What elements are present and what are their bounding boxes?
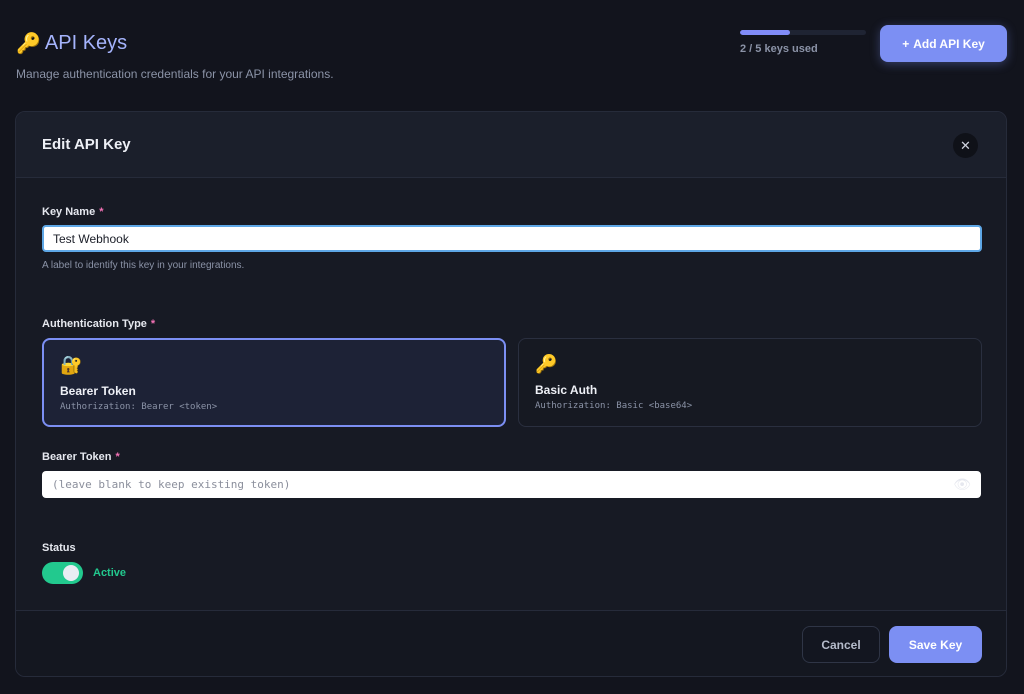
auth-option-title: Basic Auth [535,383,598,397]
auth-option-title: Bearer Token [60,384,136,398]
key-name-input[interactable]: Test Webhook [42,225,982,252]
required-marker: * [115,451,120,463]
key-icon: 🔑 [535,354,558,374]
bearer-token-input[interactable]: (leave blank to keep existing token) 👁 [42,471,981,498]
add-api-key-button[interactable]: + Add API Key [880,25,1007,62]
page-title: API Keys [44,32,128,54]
page-header: 🔑 API Keys Manage authentication credent… [16,32,1016,81]
usage-text: 2 / 5 keys used [740,43,818,55]
auth-option-description: Authorization: Bearer <token> [60,402,218,412]
modal-footer: Cancel Save Key [16,610,1006,676]
status-label: Status [42,542,76,554]
key-usage-meter: 2 / 5 keys used [740,30,866,55]
modal-title: Edit API Key [42,136,131,153]
required-marker: * [99,206,104,218]
close-icon[interactable]: ✕ [953,133,978,158]
eye-icon[interactable]: 👁 [953,476,971,493]
auth-option-basic-auth[interactable]: 🔑 Basic Auth Authorization: Basic <base6… [518,338,982,427]
status-value: Active [93,567,127,579]
status-toggle[interactable] [42,562,83,584]
save-key-button[interactable]: Save Key [889,626,982,663]
cancel-button[interactable]: Cancel [802,626,880,663]
toggle-knob [63,565,79,581]
usage-progress-track [740,30,866,35]
key-name-value: Test Webhook [53,231,129,246]
auth-type-label-text: Authentication Type [42,318,147,330]
key-name-label: Key Name * [42,206,103,218]
auth-option-description: Authorization: Basic <base64> [535,401,693,411]
usage-progress-fill [740,30,791,35]
key-name-hint: A label to identify this key in your int… [42,260,245,271]
bearer-token-label: Bearer Token * [42,451,120,463]
page-title-row: 🔑 API Keys [16,32,1016,55]
page-subtitle: Manage authentication credentials for yo… [16,67,334,81]
plus-icon: + [902,36,910,51]
required-marker: * [150,318,156,330]
auth-option-bearer-token[interactable]: 🔐 Bearer Token Authorization: Bearer <to… [42,338,506,427]
edit-api-key-modal: Edit API Key ✕ Key Name * Test Webhook A … [15,111,1007,677]
locked-key-icon: 🔐 [60,355,83,375]
bearer-token-placeholder: (leave blank to keep existing token) [52,478,291,491]
key-name-label-text: Key Name [42,206,96,218]
bearer-token-label-text: Bearer Token [42,451,112,463]
key-icon: 🔑 [16,32,41,55]
add-api-key-label: Add API Key [913,36,985,51]
auth-type-label: Authentication Type * [42,318,155,330]
modal-header: Edit API Key [16,112,1006,178]
